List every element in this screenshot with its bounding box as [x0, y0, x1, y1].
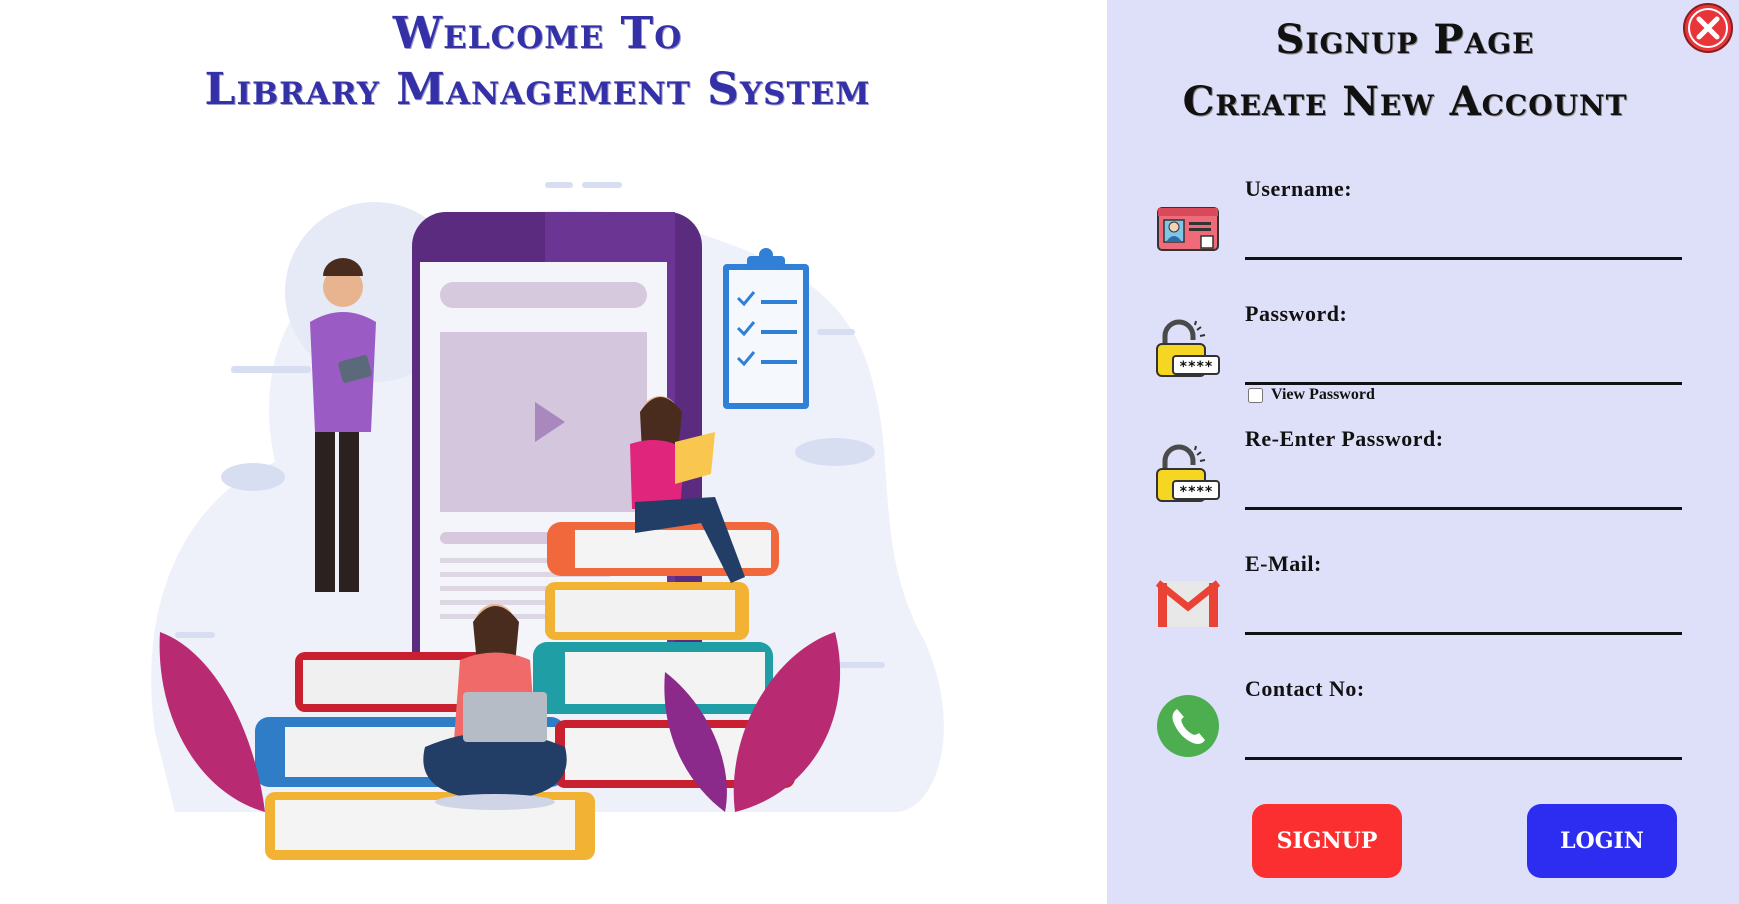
email-input[interactable]: [1245, 598, 1682, 635]
welcome-panel: Welcome To Library Management System: [0, 0, 1107, 904]
contact-input[interactable]: [1245, 723, 1682, 760]
reenter-password-input[interactable]: [1245, 473, 1682, 510]
svg-text:****: ****: [1179, 359, 1213, 375]
svg-text:****: ****: [1179, 484, 1213, 500]
create-account-title: Create New Account: [1182, 78, 1628, 125]
signup-title: Signup Page: [1275, 16, 1535, 63]
id-card-icon: [1157, 207, 1219, 251]
padlock-icon: ****: [1156, 444, 1220, 502]
gmail-icon: [1155, 580, 1221, 627]
view-password-toggle[interactable]: View Password: [1248, 386, 1375, 404]
username-input[interactable]: [1245, 223, 1682, 260]
password-input[interactable]: [1245, 348, 1682, 385]
welcome-heading: Welcome To: [392, 8, 683, 59]
phone-icon: [1157, 695, 1219, 757]
view-password-label: View Password: [1271, 386, 1375, 403]
login-button[interactable]: LOGIN: [1527, 804, 1677, 878]
view-password-checkbox[interactable]: [1248, 387, 1263, 403]
reenter-password-label: Re-Enter Password:: [1245, 426, 1444, 451]
library-illustration: [151, 182, 944, 860]
system-title: Library Management System: [204, 64, 871, 115]
padlock-icon: ****: [1156, 319, 1220, 377]
signup-button[interactable]: SIGNUP: [1252, 804, 1402, 878]
email-label: E-Mail:: [1245, 551, 1322, 576]
contact-label: Contact No:: [1245, 676, 1365, 701]
username-label: Username:: [1245, 176, 1353, 201]
close-icon[interactable]: [1682, 2, 1734, 54]
password-label: Password:: [1245, 301, 1348, 326]
